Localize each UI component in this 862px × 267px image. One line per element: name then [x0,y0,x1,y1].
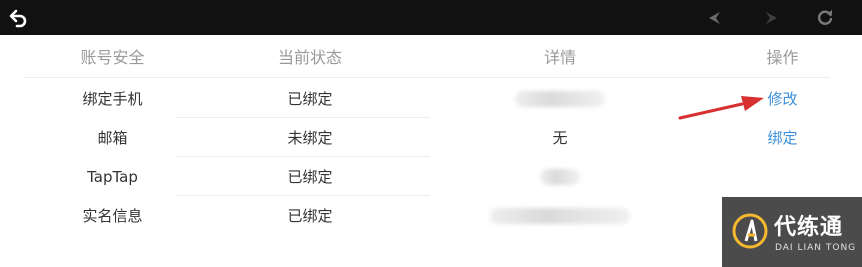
watermark-subtitle: DAI LIAN TONG [775,243,857,253]
watermark-logo: 代练通 DAI LIAN TONG [722,197,862,267]
watermark-title: 代练通 [774,215,844,240]
flame-logo-icon [732,211,768,255]
